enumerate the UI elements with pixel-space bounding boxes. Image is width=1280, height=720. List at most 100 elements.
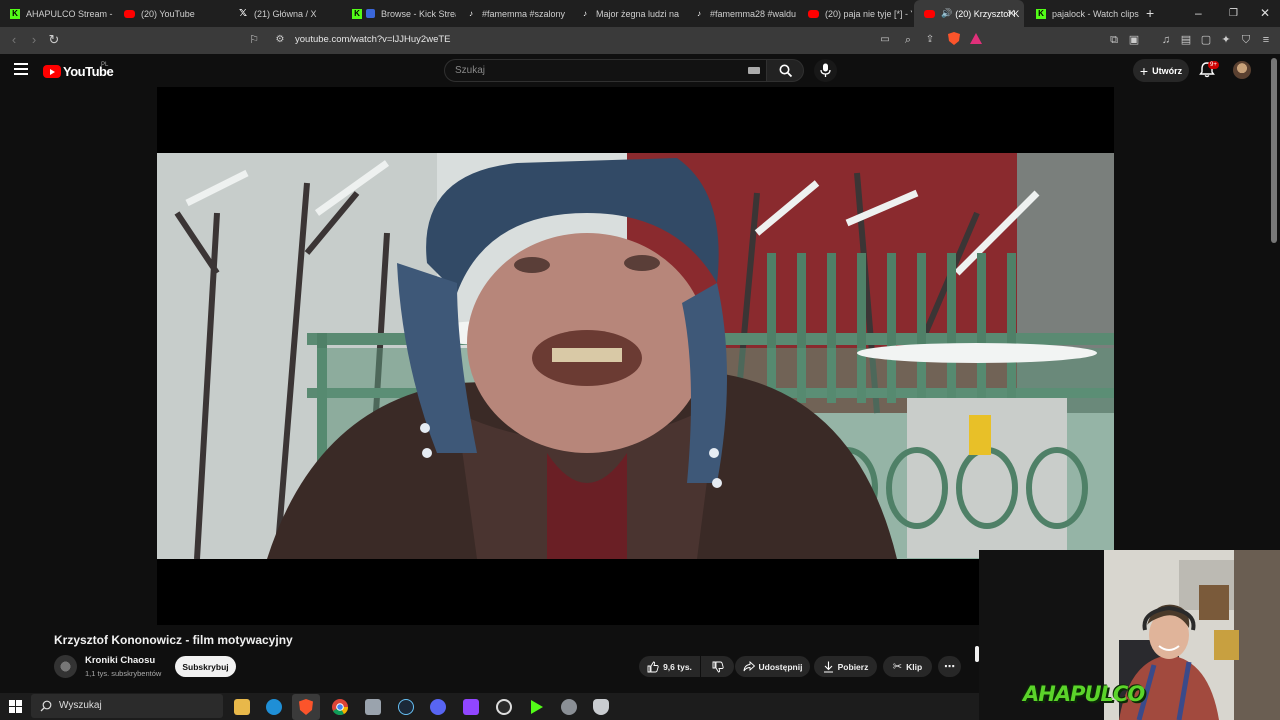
tab-label: AHAPULCO Stream - V <box>26 8 114 19</box>
minimize-icon[interactable]: – <box>1195 6 1202 20</box>
discord-icon[interactable] <box>430 699 446 715</box>
extensions-icon[interactable]: ⧉ <box>1106 32 1122 48</box>
user-avatar[interactable] <box>1233 61 1251 79</box>
video-content-image <box>157 153 1114 559</box>
app-icon[interactable] <box>561 699 577 715</box>
kick-icon: K <box>1036 8 1046 19</box>
video-title: Krzysztof Kononowicz - film motywacyjny <box>54 633 293 647</box>
tab-label: pajalock - Watch clips <box>1052 8 1139 19</box>
youtube-logo-icon[interactable] <box>43 65 61 78</box>
site-settings-icon[interactable]: ⚙ <box>272 32 288 48</box>
tab-label: Major żegna ludzi na <box>596 8 680 19</box>
x-icon: 𝕏 <box>238 8 248 19</box>
youtube-icon <box>924 9 935 18</box>
more-actions-button[interactable]: ⋯ <box>938 656 961 677</box>
keyboard-icon[interactable] <box>748 67 760 74</box>
kick-icon: K <box>352 8 362 19</box>
tab-label: #famemma28 #waldu <box>710 8 797 19</box>
back-icon[interactable]: ‹ <box>6 32 22 48</box>
tab-label: #famemma #szalony <box>482 8 566 19</box>
scissors-icon: ✂ <box>892 661 903 673</box>
sidebar-icon[interactable]: ▣ <box>1126 32 1142 48</box>
search-button[interactable] <box>766 59 804 82</box>
tiktok-icon: ♪ <box>697 9 701 18</box>
create-button[interactable]: + Utwórz <box>1133 59 1189 82</box>
share-button[interactable]: Udostępnij <box>735 656 810 677</box>
search-icon <box>779 64 793 78</box>
brave-browser-icon[interactable] <box>298 699 314 715</box>
tiktok-icon: ♪ <box>583 9 587 18</box>
clip-label: Klip <box>906 661 923 672</box>
like-count: 9,6 tys. <box>663 661 692 672</box>
channel-avatar[interactable] <box>54 655 77 678</box>
streamer-brand-logo: AHAPULCO <box>1023 682 1145 706</box>
browser-tab[interactable]: K AHAPULCO Stream - V <box>0 0 114 27</box>
brave-rewards-icon[interactable] <box>968 32 984 48</box>
microphone-icon <box>820 63 831 77</box>
bookmark-icon[interactable]: ⚐ <box>246 32 262 48</box>
maximize-icon[interactable]: ❐ <box>1229 8 1238 19</box>
search-placeholder: Szukaj <box>455 65 486 76</box>
twitch-icon[interactable] <box>463 699 479 715</box>
chrome-icon[interactable] <box>332 699 348 715</box>
kick-icon: K <box>10 8 20 19</box>
browser-tab[interactable]: 𝕏 (21) Główna / X <box>228 0 342 27</box>
menu-icon[interactable]: ≡ <box>1258 32 1274 48</box>
page-scrollbar[interactable] <box>1271 58 1277 243</box>
voice-search-button[interactable] <box>814 59 837 82</box>
forward-icon[interactable]: › <box>26 32 42 48</box>
panel-icon[interactable]: ▤ <box>1178 32 1194 48</box>
browser-tab-strip: K AHAPULCO Stream - V (20) YouTube 𝕏 (21… <box>0 0 1280 27</box>
browser-tab[interactable]: ♪ #famemma #szalony <box>456 0 570 27</box>
channel-name[interactable]: Kroniki Chaosu <box>85 655 155 666</box>
music-icon[interactable]: ♫ <box>1158 32 1174 48</box>
new-tab-button[interactable]: + <box>1146 5 1154 21</box>
obs-icon[interactable] <box>496 699 512 715</box>
close-tab-icon[interactable]: ✕ <box>1007 7 1016 20</box>
tab-label: Browse - Kick Strea <box>381 8 456 19</box>
taskbar-search-input[interactable]: Wyszukaj <box>31 694 223 718</box>
region-code: PL <box>101 62 109 68</box>
leo-ai-icon[interactable]: ✦ <box>1218 32 1234 48</box>
shield-app-icon[interactable] <box>593 699 609 715</box>
wallet-icon[interactable]: ▢ <box>1198 32 1214 48</box>
brave-shield-icon[interactable] <box>946 32 962 48</box>
windows-start-icon[interactable] <box>9 700 22 713</box>
steam-icon[interactable] <box>398 699 414 715</box>
browser-tab[interactable]: ♪ Major żegna ludzi na <box>570 0 684 27</box>
browser-tab[interactable]: (20) YouTube <box>114 0 228 27</box>
app-icon[interactable] <box>365 699 381 715</box>
edge-icon[interactable] <box>266 699 282 715</box>
file-explorer-icon[interactable] <box>234 699 250 715</box>
browser-tab[interactable]: ♪ #famemma28 #waldu <box>684 0 798 27</box>
download-label: Pobierz <box>837 661 869 672</box>
address-bar-row: ‹ › ↻ ⚐ ⚙ youtube.com/watch?v=lJJHuy2weT… <box>0 27 1280 54</box>
browser-tab[interactable]: K Browse - Kick Strea <box>342 0 456 27</box>
url-field[interactable]: youtube.com/watch?v=lJJHuy2weTE <box>295 34 451 45</box>
dislike-button[interactable] <box>701 656 734 677</box>
hamburger-menu-icon[interactable] <box>14 63 28 75</box>
close-window-icon[interactable]: ✕ <box>1260 6 1270 20</box>
vpn-icon[interactable]: ⛉ <box>1238 32 1254 48</box>
notification-badge: 9+ <box>1208 61 1219 69</box>
share-page-icon[interactable]: ⇪ <box>922 32 938 48</box>
clip-button[interactable]: ✂ Klip <box>883 656 932 677</box>
subscribe-button[interactable]: Subskrybuj <box>175 656 236 677</box>
reload-icon[interactable]: ↻ <box>46 32 62 48</box>
browser-tab[interactable]: K pajalock - Watch clips <box>1026 0 1140 27</box>
thumbs-up-icon <box>647 661 659 672</box>
download-button[interactable]: Pobierz <box>814 656 877 677</box>
taskbar-search-placeholder: Wyszukaj <box>59 700 102 711</box>
youtube-icon <box>124 9 135 18</box>
speaker-icon: 🔊 <box>941 8 953 18</box>
like-button[interactable]: 9,6 tys. <box>639 656 700 677</box>
tiktok-icon: ♪ <box>469 9 473 18</box>
video-frame[interactable] <box>157 153 1114 559</box>
kick-app-icon[interactable] <box>529 699 545 715</box>
cast-icon[interactable]: ▭ <box>877 32 893 48</box>
search-input[interactable]: Szukaj <box>444 59 767 82</box>
tab-label: (20) YouTube <box>141 8 195 19</box>
zoom-icon[interactable]: ⌕ <box>900 32 916 48</box>
browser-tab[interactable]: (20) paja nie tyje [*] - Y <box>798 0 912 27</box>
browser-tab-active[interactable]: 🔊 (20) Krzysztof K ✕ <box>914 0 1024 27</box>
